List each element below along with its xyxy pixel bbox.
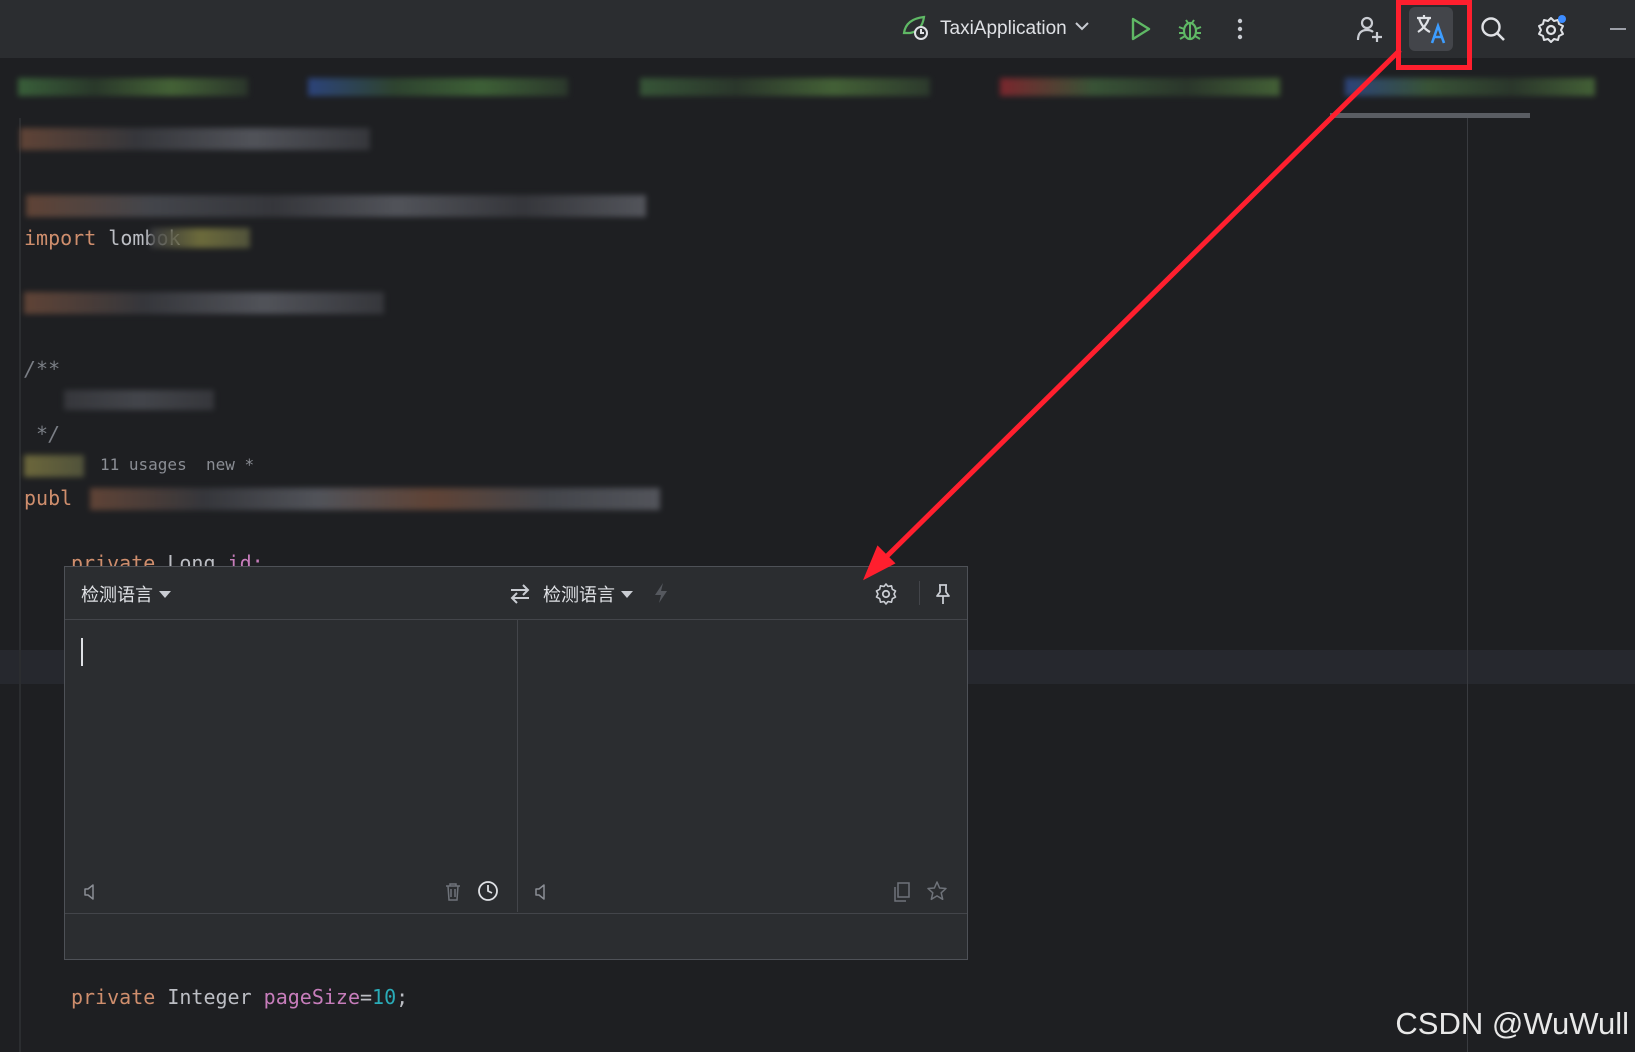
watermark: CSDN @WuWull [1395,1006,1629,1041]
annotation-arrow-icon [863,48,1402,581]
